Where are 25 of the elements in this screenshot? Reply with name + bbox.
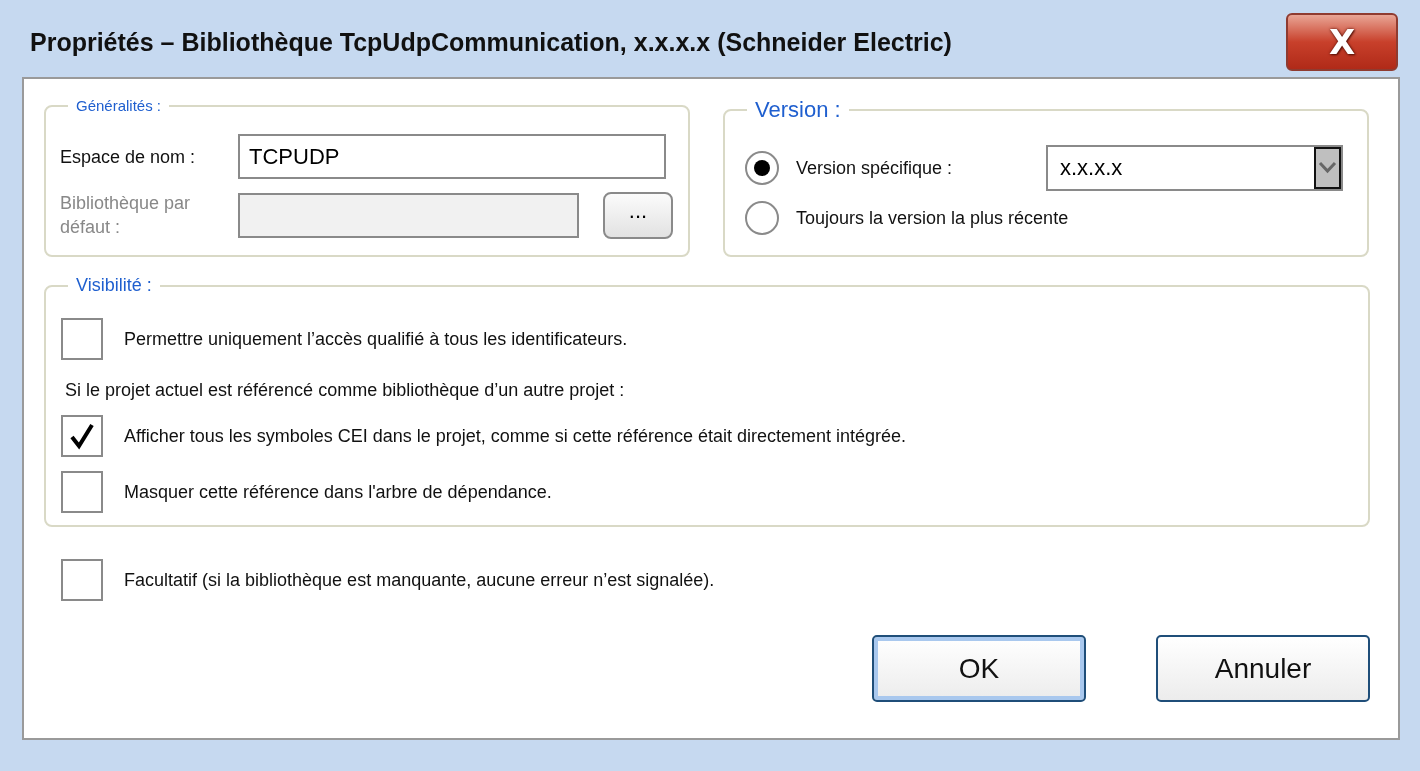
- field-label: Espace de nom :: [60, 145, 197, 169]
- radio-label: Version spécifique :: [796, 157, 953, 179]
- checkbox-label: Facultatif (si la bibliothèque est manquante, aucune erreur n’est signalée).: [124, 569, 715, 591]
- close-button[interactable]: X: [1286, 12, 1398, 71]
- dialog-button[interactable]: OK: [872, 635, 1086, 702]
- section-note: Si le projet actuel est référencé comme bibliothèque d’un autre projet :: [65, 380, 626, 401]
- radio-button[interactable]: [745, 201, 779, 235]
- checkbox-label: Afficher tous les symboles CEI dans le projet, comme si cette référence était directement intégrée.: [124, 425, 907, 447]
- version-dropdown[interactable]: x.x.x.x: [1046, 145, 1343, 191]
- window-title: Propriétés – Bibliothèque TcpUdpCommunication, x.x.x.x (Schneider Electric): [30, 27, 952, 57]
- checkbox-label: Masquer cette référence dans l'arbre de dépendance.: [124, 481, 552, 503]
- checkbox[interactable]: [61, 318, 103, 360]
- group-legend: Visibilité :: [68, 275, 160, 296]
- checkbox[interactable]: [61, 415, 103, 457]
- checkbox[interactable]: [61, 471, 103, 513]
- checkmark-icon: [69, 422, 95, 450]
- field-label: Bibliothèque par défaut :: [60, 192, 192, 239]
- checkbox-label: Permettre uniquement l’accès qualifié à tous les identificateurs.: [124, 328, 628, 350]
- dialog-button[interactable]: Annuler: [1156, 635, 1370, 702]
- radio-button[interactable]: [745, 151, 779, 185]
- group-legend: Version :: [747, 97, 849, 123]
- checkbox[interactable]: [61, 559, 103, 601]
- group-legend: Généralités :: [68, 97, 170, 114]
- radio-label: Toujours la version la plus récente: [796, 207, 1069, 229]
- text-field[interactable]: TCPUDP: [238, 134, 666, 179]
